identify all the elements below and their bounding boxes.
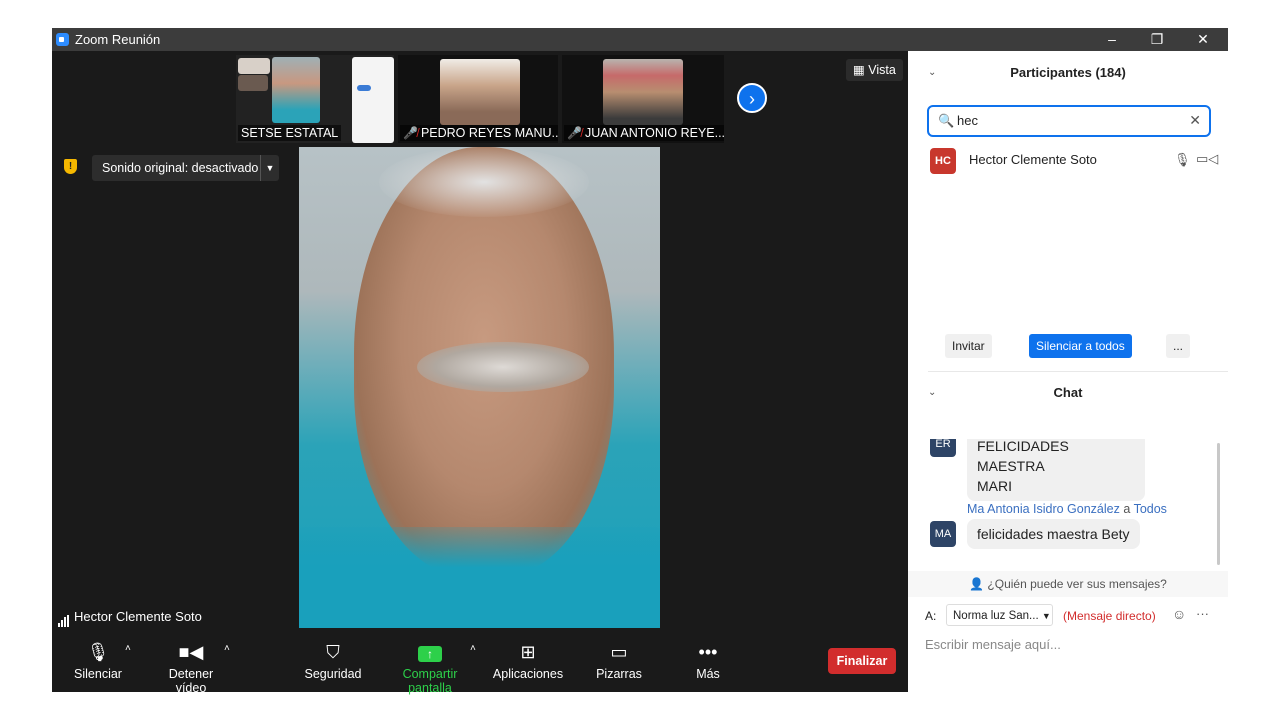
more-dots-icon: ••• <box>698 642 718 662</box>
mute-button[interactable]: 🎙 Silenciar <box>70 637 126 692</box>
search-input[interactable] <box>955 112 1179 129</box>
to-label: A: <box>925 609 937 623</box>
end-meeting-button[interactable]: Finalizar <box>828 648 896 674</box>
microphone-icon[interactable]: 🎙 <box>1174 152 1191 168</box>
minimize-button[interactable]: – <box>1089 28 1135 51</box>
video-camera-icon[interactable]: ▭◁ <box>1196 151 1218 167</box>
grid-icon: ▦ <box>853 63 865 77</box>
chevron-down-icon: ▼ <box>1041 611 1051 621</box>
collapse-chevron-icon[interactable]: ⌄ <box>928 51 936 95</box>
chat-bubble: FELICIDADES MAESTRA MARI <box>967 439 1145 501</box>
mic-muted-icon: 🎤̸ <box>403 126 418 140</box>
participant-search[interactable]: 🔍 ✕ <box>927 105 1211 137</box>
emoji-icon[interactable]: ☺ <box>1172 606 1186 622</box>
side-panel: ⌄ Participantes (184) 🔍 ✕ HC Hector Clem… <box>908 51 1228 692</box>
window-title: Zoom Reunión <box>75 32 161 47</box>
message-input[interactable]: Escribir mensaje aquí... <box>925 637 1061 652</box>
recipient-select[interactable]: Norma luz San... ▼ <box>946 604 1053 626</box>
original-sound-button[interactable]: Sonido original: desactivado ▼ <box>92 155 279 181</box>
speaker-name-label: Hector Clemente Soto <box>54 607 206 627</box>
participants-header: ⌄ Participantes (184) <box>908 51 1228 91</box>
close-button[interactable]: ✕ <box>1180 28 1226 51</box>
video-camera-icon: ■◀ <box>178 642 204 662</box>
participant-name: Hector Clemente Soto <box>969 152 1097 167</box>
meeting-area: SETSE ESTATAL 🎤̸ PEDRO REYES MANU... 🎤̸ JU… <box>52 51 908 695</box>
message-sender: Ma Antonia Isidro González a Todos <box>967 502 1167 516</box>
active-speaker-video <box>299 147 660 628</box>
shield-icon: ⛉ <box>326 642 340 662</box>
more-button[interactable]: ••• Más <box>688 637 728 692</box>
security-button[interactable]: ⛉ Seguridad <box>304 637 362 692</box>
participant-row[interactable]: HC Hector Clemente Soto 🎙 ▭◁ <box>908 146 1228 176</box>
zoom-window: Zoom Reunión – ❐ ✕ SETSE ESTATAL 🎤̸ PEDRO… <box>52 28 1228 695</box>
tile-label: 🎤̸ PEDRO REYES MANU... <box>400 125 558 141</box>
tile-label: 🎤̸ JUAN ANTONIO REYE... <box>564 125 724 141</box>
view-button[interactable]: ▦ Vista <box>846 59 903 81</box>
who-can-see-link[interactable]: 👤 ¿Quién puede ver sus mensajes? <box>908 571 1228 597</box>
participant-tile-setse[interactable]: SETSE ESTATAL <box>236 55 394 143</box>
invite-button[interactable]: Invitar <box>945 334 992 358</box>
share-screen-button[interactable]: ↑ Compartir pantalla <box>380 637 480 695</box>
chat-header: ⌄ Chat <box>908 371 1228 411</box>
whiteboard-icon: ▭ <box>610 642 628 662</box>
participant-tile-juan[interactable]: 🎤̸ JUAN ANTONIO REYE... <box>562 55 724 143</box>
avatar: HC <box>930 148 956 174</box>
avatar: ER <box>930 439 956 457</box>
chevron-right-icon: › <box>749 89 755 109</box>
tile-label: SETSE ESTATAL <box>238 125 342 141</box>
whiteboards-button[interactable]: ▭ Pizarras <box>592 637 646 692</box>
chat-messages: ER FELICIDADES MAESTRA MARI Ma Antonia Is… <box>908 439 1228 567</box>
search-icon: 🔍 <box>938 113 955 128</box>
direct-message-label: (Mensaje directo) <box>1063 609 1156 623</box>
mute-all-button[interactable]: Silenciar a todos <box>1029 334 1132 358</box>
mic-muted-icon: 🎤̸ <box>567 126 582 140</box>
apps-button[interactable]: ⊞ Aplicaciones <box>492 637 564 692</box>
more-options-button[interactable]: ... <box>1166 334 1191 358</box>
person-icon: 👤 <box>969 577 985 591</box>
video-options-caret-icon[interactable]: ˄ <box>224 643 230 654</box>
stop-video-button[interactable]: ■◀ Detener vídeo <box>152 637 230 695</box>
share-options-caret-icon[interactable]: ˄ <box>470 643 476 654</box>
title-bar: Zoom Reunión – ❐ ✕ <box>52 28 1228 51</box>
microphone-icon: 🎙 <box>86 642 110 662</box>
share-screen-icon: ↑ <box>380 637 480 667</box>
zoom-logo-icon <box>56 33 69 46</box>
audio-options-caret-icon[interactable]: ˄ <box>125 643 131 654</box>
collapse-chevron-icon[interactable]: ⌄ <box>928 371 936 415</box>
chat-scrollbar[interactable] <box>1217 443 1220 565</box>
meeting-toolbar: 🎙 Silenciar ˄ ■◀ Detener vídeo ˄ ⛉ Segur… <box>52 637 908 695</box>
chat-bubble: felicidades maestra Bety <box>967 519 1140 549</box>
restore-button[interactable]: ❐ <box>1134 28 1180 51</box>
dropdown-arrow-icon[interactable]: ▼ <box>260 155 279 181</box>
avatar: MA <box>930 521 956 547</box>
signal-strength-icon <box>58 607 70 627</box>
next-page-button[interactable]: › <box>737 83 767 113</box>
security-shield-icon[interactable]: ! <box>64 159 77 174</box>
participant-tile-pedro[interactable]: 🎤̸ PEDRO REYES MANU... <box>398 55 558 143</box>
more-dots-icon[interactable]: ··· <box>1196 606 1209 621</box>
clear-search-icon[interactable]: ✕ <box>1189 112 1201 129</box>
apps-icon: ⊞ <box>520 642 536 662</box>
